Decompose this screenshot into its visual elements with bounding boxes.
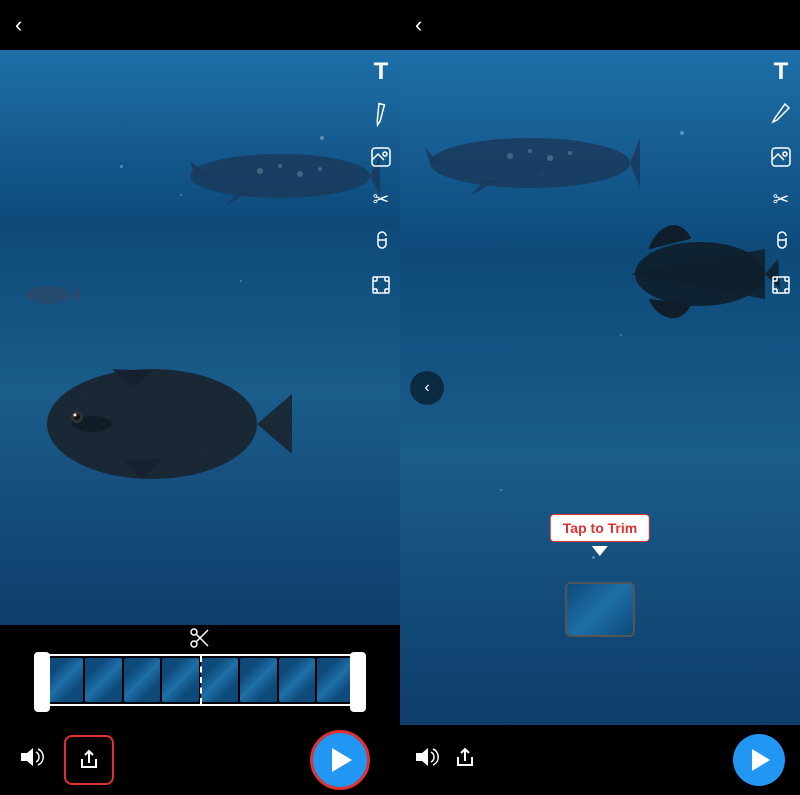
tap-to-trim-arrow [592,546,608,556]
tap-to-trim-container[interactable]: Tap to Trim [550,514,650,556]
frame-3 [124,658,161,702]
right-top-bar: ‹ [400,0,800,50]
sticker-tool-right[interactable] [770,146,792,172]
timeline-playhead [200,656,202,704]
whale-shark-right [420,118,640,208]
left-top-bar: ‹ [0,0,400,50]
scissors-tool-left[interactable]: ✂ [373,190,390,210]
tap-to-trim-label[interactable]: Tap to Trim [550,514,650,542]
volume-icon-right[interactable] [415,747,439,773]
right-panel: ‹ [400,0,800,795]
whale-shark-left [180,136,380,216]
nav-arrow-right[interactable]: ‹ [410,371,444,405]
left-video-area: T ✂ [0,50,400,625]
small-fish-left [20,280,80,310]
right-bottom-controls [400,725,800,795]
scissors-tool-right[interactable]: ✂ [773,190,790,210]
back-arrow-left[interactable]: ‹ [15,12,22,38]
timeline-strip[interactable] [40,654,360,706]
left-panel: ‹ [0,0,400,795]
pen-tool-right[interactable] [771,102,791,128]
back-arrow-right[interactable]: ‹ [415,12,422,38]
crop-tool-left[interactable] [370,274,392,300]
pen-tool-left[interactable] [366,99,396,132]
left-toolbar: T ✂ [370,60,392,300]
large-fish-right [630,219,780,319]
trim-thumbnail-image [567,584,633,635]
share-button-left[interactable] [64,735,114,785]
large-fish-left [32,349,292,499]
play-triangle-left [332,748,352,772]
text-tool-right[interactable]: T [774,60,789,84]
left-timeline-area [0,625,400,725]
share-icon-right[interactable] [454,747,476,773]
frame-2 [85,658,122,702]
frame-4 [162,658,199,702]
play-button-right[interactable] [733,734,785,786]
play-button-left[interactable] [310,730,370,790]
volume-icon-left[interactable] [20,747,44,773]
frame-8 [317,658,354,702]
sticker-tool-left[interactable] [370,146,392,172]
frame-1 [46,658,83,702]
trim-thumbnail[interactable] [565,582,635,637]
play-triangle-right [752,749,770,771]
text-tool-left[interactable]: T [374,60,389,84]
right-toolbar: T ✂ [770,60,792,300]
scissors-timeline-icon [189,627,211,654]
left-bottom-controls [0,725,400,795]
frame-5 [201,658,238,702]
timeline-handle-right[interactable] [350,652,366,712]
clip-tool-right[interactable] [772,228,790,256]
crop-tool-right[interactable] [770,274,792,300]
right-video-area: ‹ T ✂ [400,50,800,725]
clip-tool-left[interactable] [372,228,390,256]
frame-6 [240,658,277,702]
frame-7 [279,658,316,702]
timeline-handle-left[interactable] [34,652,50,712]
